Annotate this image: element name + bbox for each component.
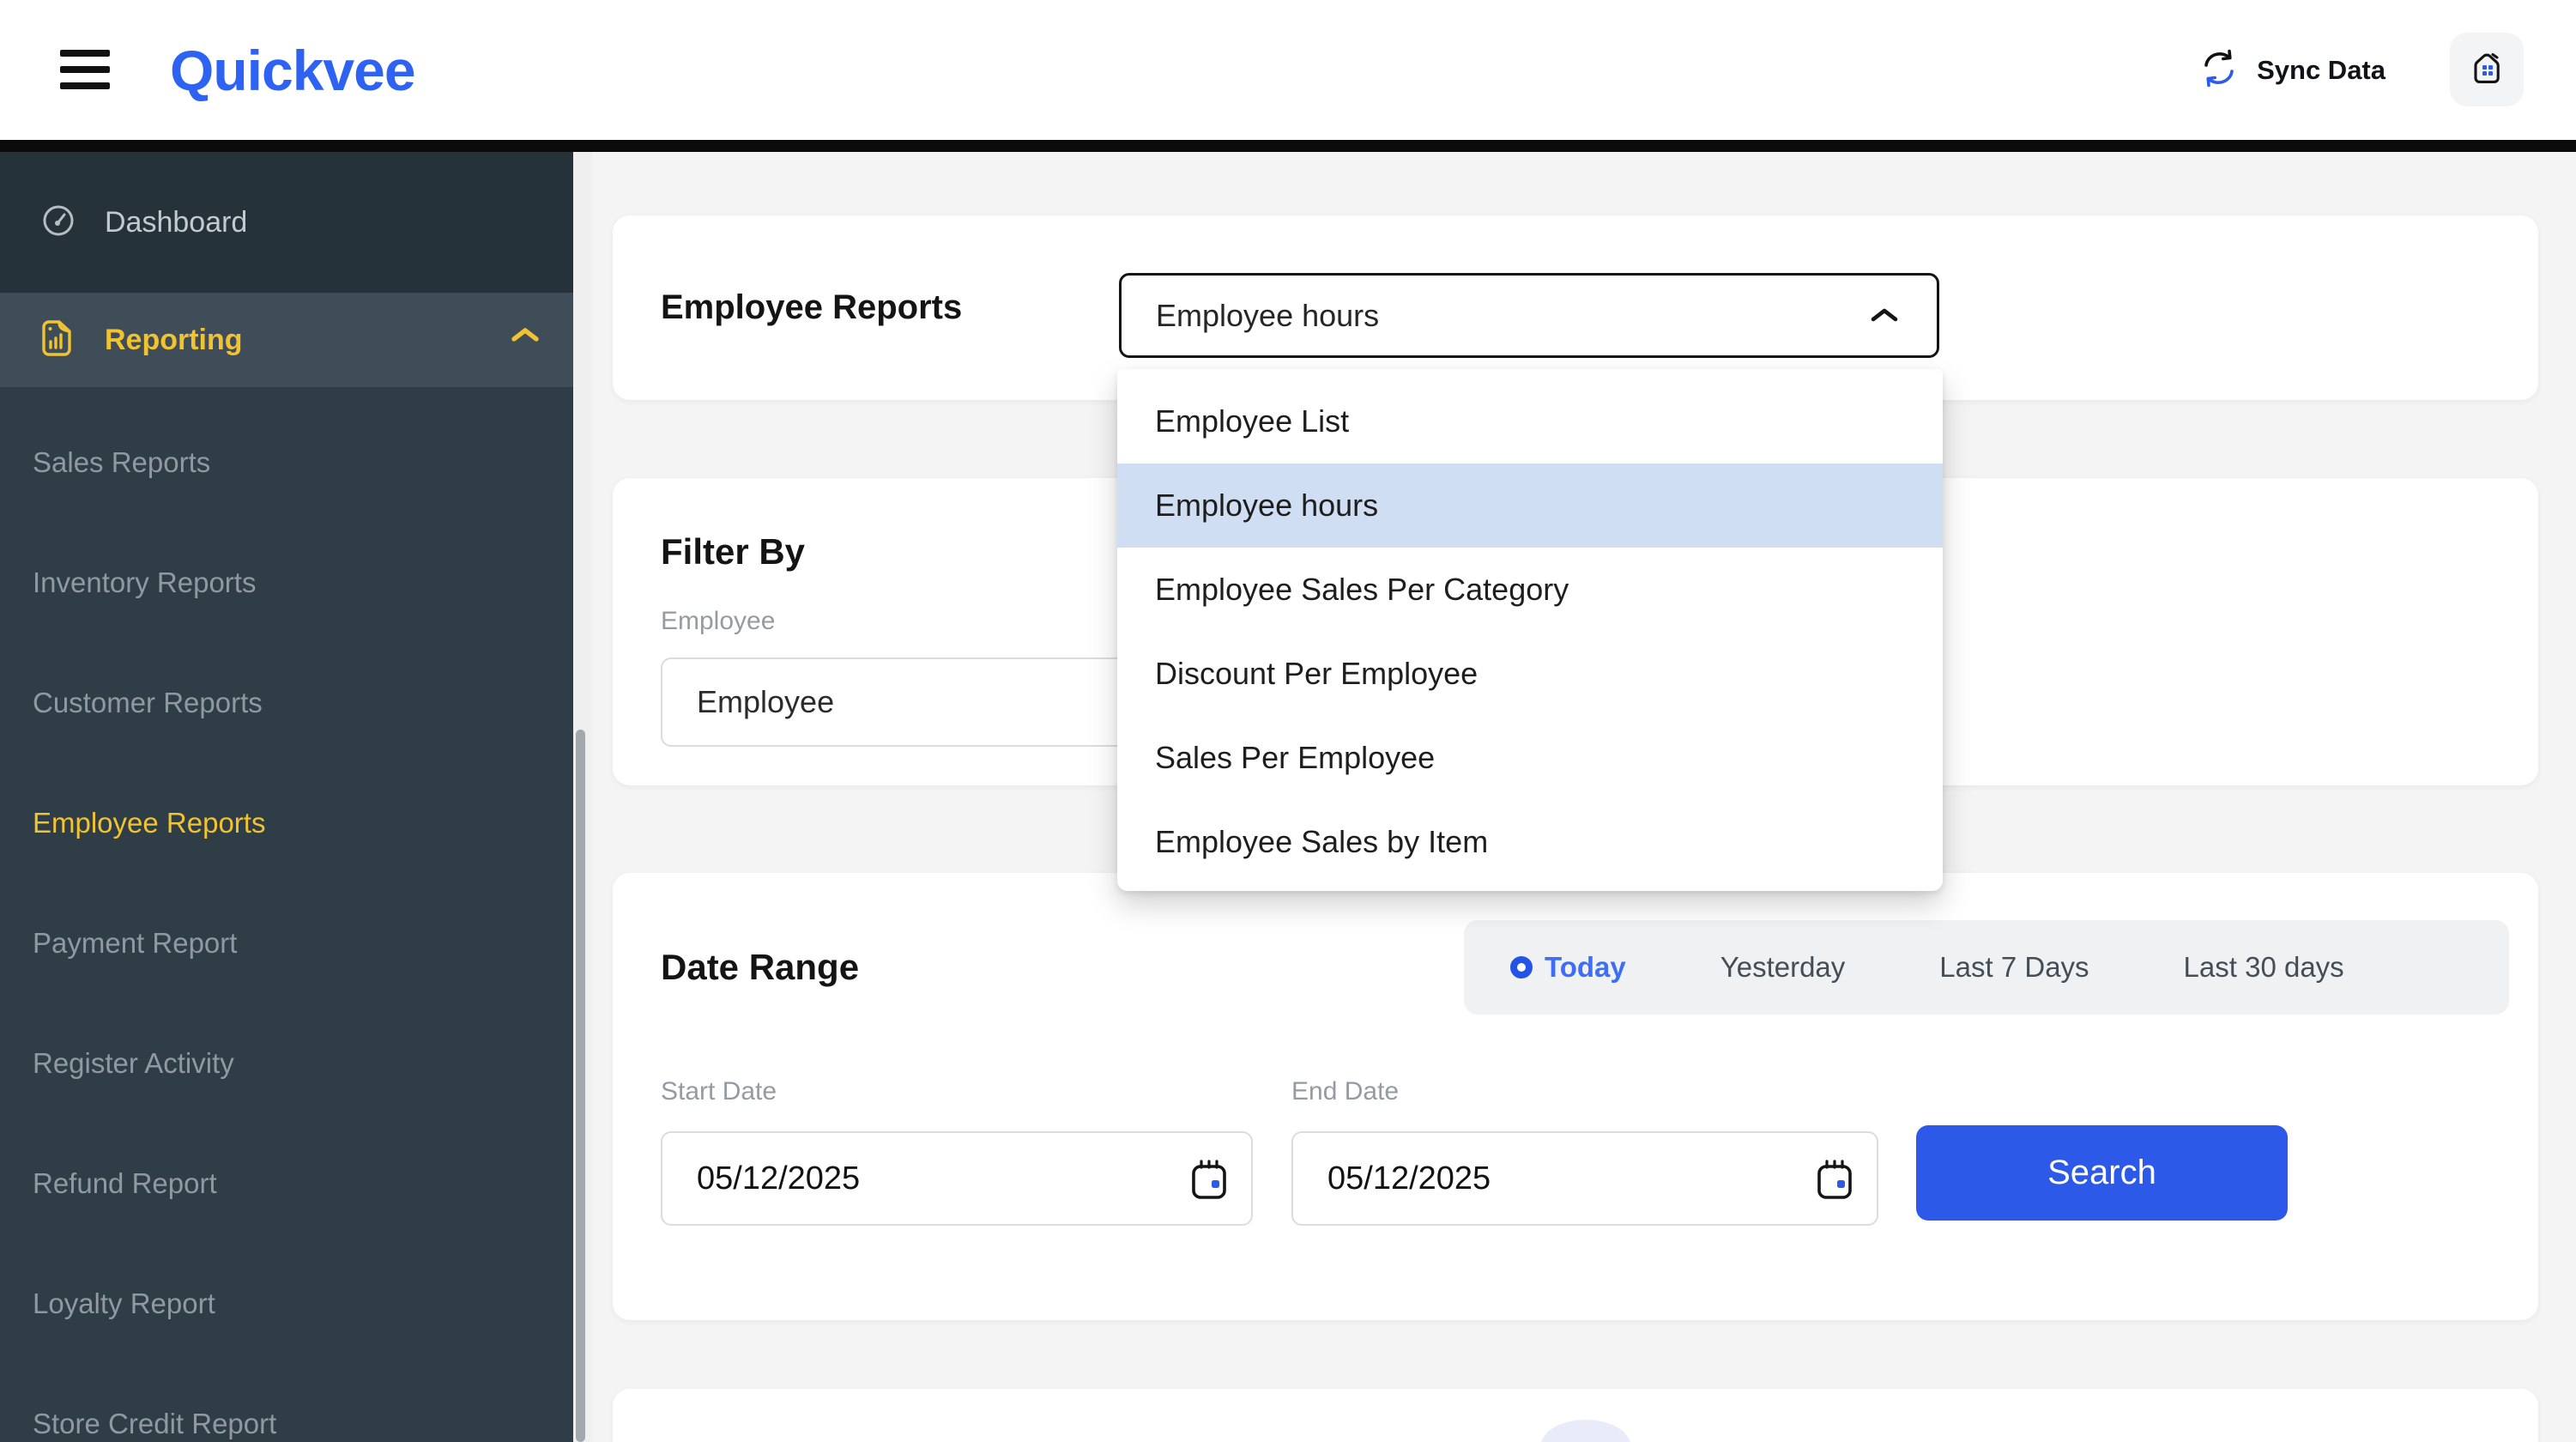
quick-range-yesterday[interactable]: Yesterday — [1720, 951, 1846, 984]
dashboard-gauge-icon — [38, 200, 79, 245]
sidebar-item-sales-reports[interactable]: Sales Reports — [0, 441, 573, 484]
results-card-partial — [613, 1389, 2538, 1442]
report-selector-title: Employee Reports — [661, 288, 963, 326]
date-range-title: Date Range — [661, 947, 860, 987]
search-button[interactable]: Search — [1916, 1125, 2288, 1221]
chevron-up-icon — [1870, 306, 1899, 328]
quickvee-app: Quickvee ♥♥ Sync Data Dashboard Reportin… — [0, 0, 2576, 1442]
start-date-label: Start Date — [661, 1077, 777, 1106]
sidebar-item-inventory-reports[interactable]: Inventory Reports — [0, 561, 573, 604]
quick-range-selector: Today Yesterday Last 7 Days Last 30 days — [1464, 920, 2509, 1015]
date-range-card: Date Range Today Yesterday Last 7 Days L… — [613, 873, 2538, 1320]
sidebar-item-customer-reports[interactable]: Customer Reports — [0, 682, 573, 724]
chevron-up-icon — [510, 325, 541, 348]
sidebar-item-register-activity[interactable]: Register Activity — [0, 1042, 573, 1085]
dropdown-option-sales-per-employee[interactable]: Sales Per Employee — [1117, 716, 1943, 800]
dropdown-option-employee-sales-per-category[interactable]: Employee Sales Per Category — [1117, 548, 1943, 632]
calendar-icon[interactable] — [1189, 1159, 1229, 1206]
start-date-value: 05/12/2025 — [697, 1160, 861, 1197]
app-launcher-button[interactable] — [2450, 33, 2524, 106]
loader-blob — [1541, 1420, 1630, 1442]
top-header: Quickvee ♥♥ Sync Data — [0, 0, 2576, 140]
sync-icon — [2197, 48, 2241, 94]
sidebar-scrollbar-track[interactable] — [573, 152, 592, 1442]
report-type-select[interactable]: Employee hours — [1119, 273, 1939, 358]
employee-select-value: Employee — [697, 684, 835, 719]
calendar-icon[interactable] — [1815, 1159, 1854, 1206]
dropdown-option-employee-sales-by-item[interactable]: Employee Sales by Item — [1117, 800, 1943, 884]
hamburger-menu-icon[interactable] — [60, 50, 110, 89]
quick-range-today[interactable]: Today — [1510, 951, 1626, 984]
end-date-value: 05/12/2025 — [1327, 1160, 1491, 1197]
sidebar-scrollbar-thumb[interactable] — [576, 730, 585, 1442]
sidebar-item-loyalty-report[interactable]: Loyalty Report — [0, 1282, 573, 1325]
sidebar-item-dashboard[interactable]: Dashboard — [0, 152, 573, 293]
sync-data-label: Sync Data — [2257, 55, 2386, 85]
logo-text: Quickvee — [170, 38, 416, 102]
sidebar-item-payment-report[interactable]: Payment Report — [0, 922, 573, 965]
employee-field-label: Employee — [661, 607, 776, 635]
logo-heart-eyes-icon: ♥♥ — [180, 59, 198, 75]
start-date-input[interactable]: 05/12/2025 — [661, 1131, 1253, 1226]
sync-data-button[interactable]: Sync Data — [2197, 47, 2386, 94]
sidebar-item-refund-report[interactable]: Refund Report — [0, 1162, 573, 1205]
reporting-document-icon — [36, 317, 77, 364]
sidebar-item-store-credit-report[interactable]: Store Credit Report — [0, 1403, 573, 1442]
filter-by-title: Filter By — [661, 531, 806, 572]
store-home-icon — [2467, 48, 2506, 92]
quick-range-last-30-days[interactable]: Last 30 days — [2184, 951, 2344, 984]
report-type-dropdown: Employee List Employee hours Employee Sa… — [1117, 369, 1943, 891]
radio-selected-icon — [1510, 956, 1533, 978]
sidebar-item-employee-reports[interactable]: Employee Reports — [0, 802, 573, 845]
end-date-input[interactable]: 05/12/2025 — [1291, 1131, 1878, 1226]
dropdown-option-discount-per-employee[interactable]: Discount Per Employee — [1117, 632, 1943, 716]
dropdown-option-employee-list[interactable]: Employee List — [1117, 379, 1943, 464]
sidebar: Dashboard Reporting Sales Reports Invent… — [0, 152, 573, 1442]
dropdown-option-employee-hours[interactable]: Employee hours — [1117, 464, 1943, 548]
end-date-label: End Date — [1291, 1077, 1400, 1106]
quick-range-last-7-days[interactable]: Last 7 Days — [1939, 951, 2089, 984]
app-logo[interactable]: Quickvee ♥♥ — [170, 21, 416, 119]
sidebar-item-label: Dashboard — [105, 205, 248, 239]
sidebar-item-label: Reporting — [105, 323, 243, 356]
report-type-select-value: Employee hours — [1156, 297, 1380, 333]
header-divider — [0, 140, 2576, 152]
sidebar-item-reporting[interactable]: Reporting — [0, 293, 573, 387]
